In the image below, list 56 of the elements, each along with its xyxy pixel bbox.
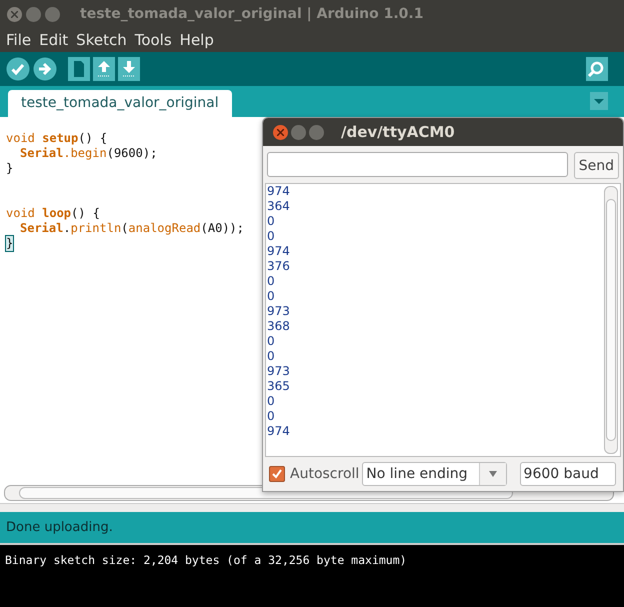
send-button[interactable]: Send: [574, 152, 619, 179]
menu-item[interactable]: Tools: [134, 31, 180, 49]
menu-item[interactable]: Help: [180, 31, 222, 49]
window-title: /dev/ttyACM0: [341, 123, 455, 141]
window-title: teste_tomada_valor_original | Arduino 1.0.1: [80, 6, 424, 22]
splitter-handle[interactable]: [0, 503, 624, 512]
minimize-button[interactable]: [291, 124, 306, 140]
serial-output-line: 973: [267, 364, 291, 379]
serial-output-line: 0: [267, 334, 276, 349]
code-line: void setup() {: [6, 131, 108, 146]
code-line: Serial.println(analogRead(A0));: [19, 221, 244, 236]
serial-output-line: 365: [267, 379, 291, 394]
serial-output-line: 974: [267, 424, 291, 439]
serial-output-line: 0: [267, 229, 276, 244]
minimize-button[interactable]: [26, 6, 41, 22]
serial-monitor-icon[interactable]: [586, 57, 608, 81]
maximize-button[interactable]: [309, 124, 324, 140]
serial-output-line: 0: [267, 289, 276, 304]
code-line: void loop() {: [6, 206, 100, 221]
new-icon[interactable]: [68, 57, 90, 81]
serial-output-line: 973: [267, 304, 291, 319]
serial-output-line: 974: [267, 244, 291, 259]
code-line: Serial.begin(9600);: [19, 146, 158, 161]
code-line: }: [6, 161, 14, 176]
serial-output-line: 368: [267, 319, 291, 334]
serial-output-line: 0: [267, 394, 276, 409]
sketch-tab[interactable]: teste_tomada_valor_original: [8, 90, 232, 117]
tab-menu-icon[interactable]: [590, 92, 608, 110]
close-icon: [11, 10, 18, 18]
upload-icon[interactable]: [33, 57, 57, 81]
autoscroll-checkbox[interactable]: [269, 466, 285, 482]
status-message: Done uploading.: [6, 520, 113, 535]
close-button[interactable]: [7, 6, 22, 22]
serial-output-line: 0: [267, 349, 276, 364]
line-ending-dropdown[interactable]: No line ending: [362, 462, 507, 486]
dropdown-arrow-icon[interactable]: [488, 471, 498, 477]
serial-output-line: 0: [267, 274, 276, 289]
serial-output-line: 0: [267, 409, 276, 424]
serial-output-line: 376: [267, 259, 291, 274]
autoscroll-label: Autoscroll: [290, 466, 360, 482]
close-icon: [277, 128, 284, 136]
verify-icon[interactable]: [6, 57, 30, 81]
console-output: Binary sketch size: 2,204 bytes (of a 32,256 byte maximum): [5, 553, 407, 567]
close-button[interactable]: [273, 124, 288, 140]
menu-item[interactable]: File: [6, 31, 40, 49]
menu-item[interactable]: Edit: [39, 31, 76, 49]
serial-output-line: 974: [267, 184, 291, 199]
menu-item[interactable]: Sketch: [76, 31, 135, 49]
save-icon[interactable]: [118, 57, 140, 81]
serial-output-line: 0: [267, 214, 276, 229]
vertical-scrollbar[interactable]: [604, 186, 618, 454]
send-input-field[interactable]: [267, 152, 568, 177]
baud-rate-dropdown[interactable]: 9600 baud: [520, 462, 616, 486]
open-icon[interactable]: [93, 57, 115, 81]
maximize-button[interactable]: [45, 6, 60, 22]
serial-output-line: 364: [267, 199, 291, 214]
